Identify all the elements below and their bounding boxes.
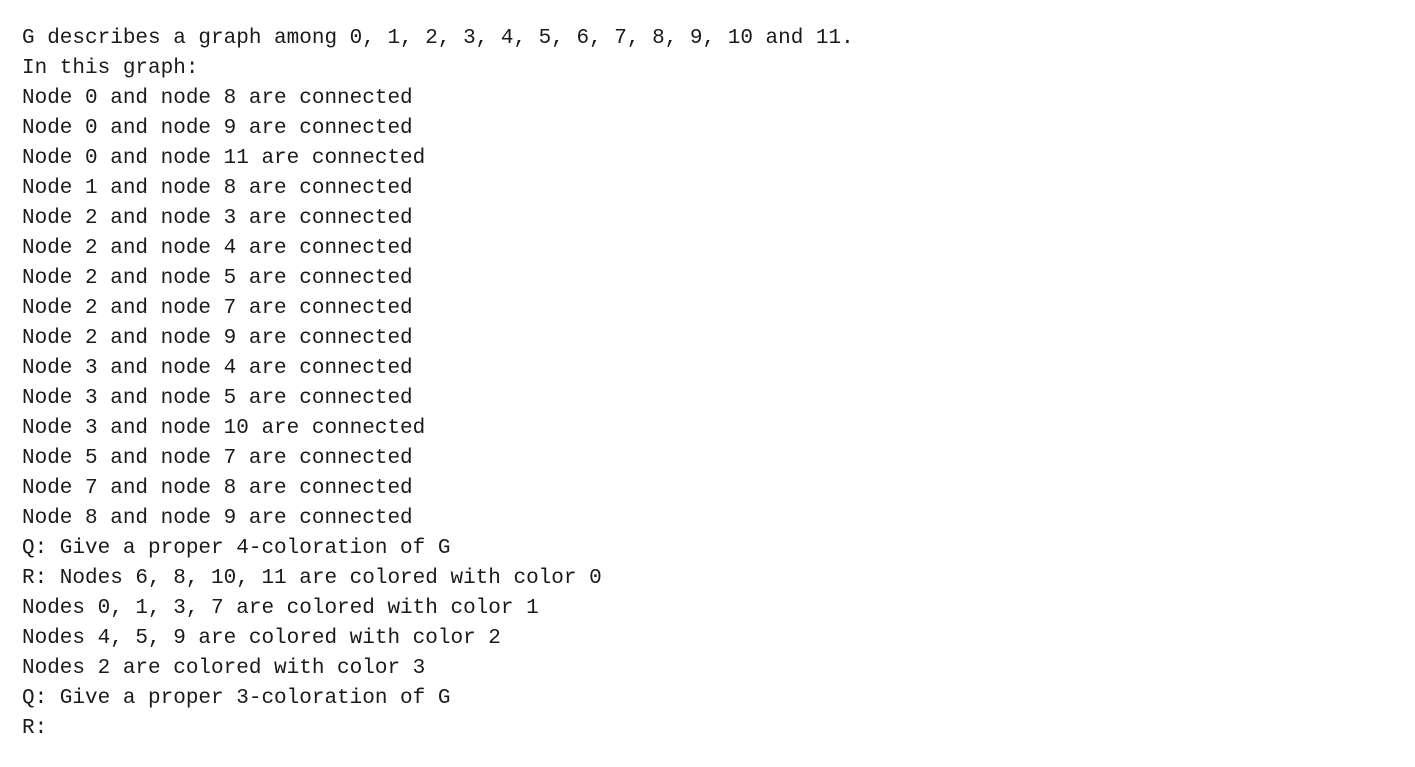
transcript-line: Node 2 and node 9 are connected [22,327,413,350]
answer-line: R: [22,717,48,740]
transcript-line: Node 1 and node 8 are connected [22,177,413,200]
transcript-line: Node 0 and node 9 are connected [22,117,413,140]
transcript-line: Node 7 and node 8 are connected [22,477,413,500]
answer-line: Nodes 2 are colored with color 3 [22,657,426,680]
transcript-line: Node 2 and node 5 are connected [22,267,413,290]
transcript-line: Node 3 and node 10 are connected [22,417,426,440]
transcript-line: Node 8 and node 9 are connected [22,507,413,530]
text-transcript: G describes a graph among 0, 1, 2, 3, 4,… [22,24,1402,744]
transcript-line: Node 3 and node 4 are connected [22,357,413,380]
transcript-line: Node 2 and node 4 are connected [22,237,413,260]
question-line: Q: Give a proper 3-coloration of G [22,687,451,710]
transcript-line: Node 2 and node 7 are connected [22,297,413,320]
answer-line: R: Nodes 6, 8, 10, 11 are colored with c… [22,567,602,590]
transcript-line: Node 5 and node 7 are connected [22,447,413,470]
answer-line: Nodes 0, 1, 3, 7 are colored with color … [22,597,539,620]
transcript-line: In this graph: [22,57,199,80]
question-line: Q: Give a proper 4-coloration of G [22,537,451,560]
transcript-line: Node 2 and node 3 are connected [22,207,413,230]
transcript-line: G describes a graph among 0, 1, 2, 3, 4,… [22,27,854,50]
transcript-line: Node 0 and node 8 are connected [22,87,413,110]
answer-line: Nodes 4, 5, 9 are colored with color 2 [22,627,501,650]
transcript-line: Node 0 and node 11 are connected [22,147,426,170]
transcript-line: Node 3 and node 5 are connected [22,387,413,410]
